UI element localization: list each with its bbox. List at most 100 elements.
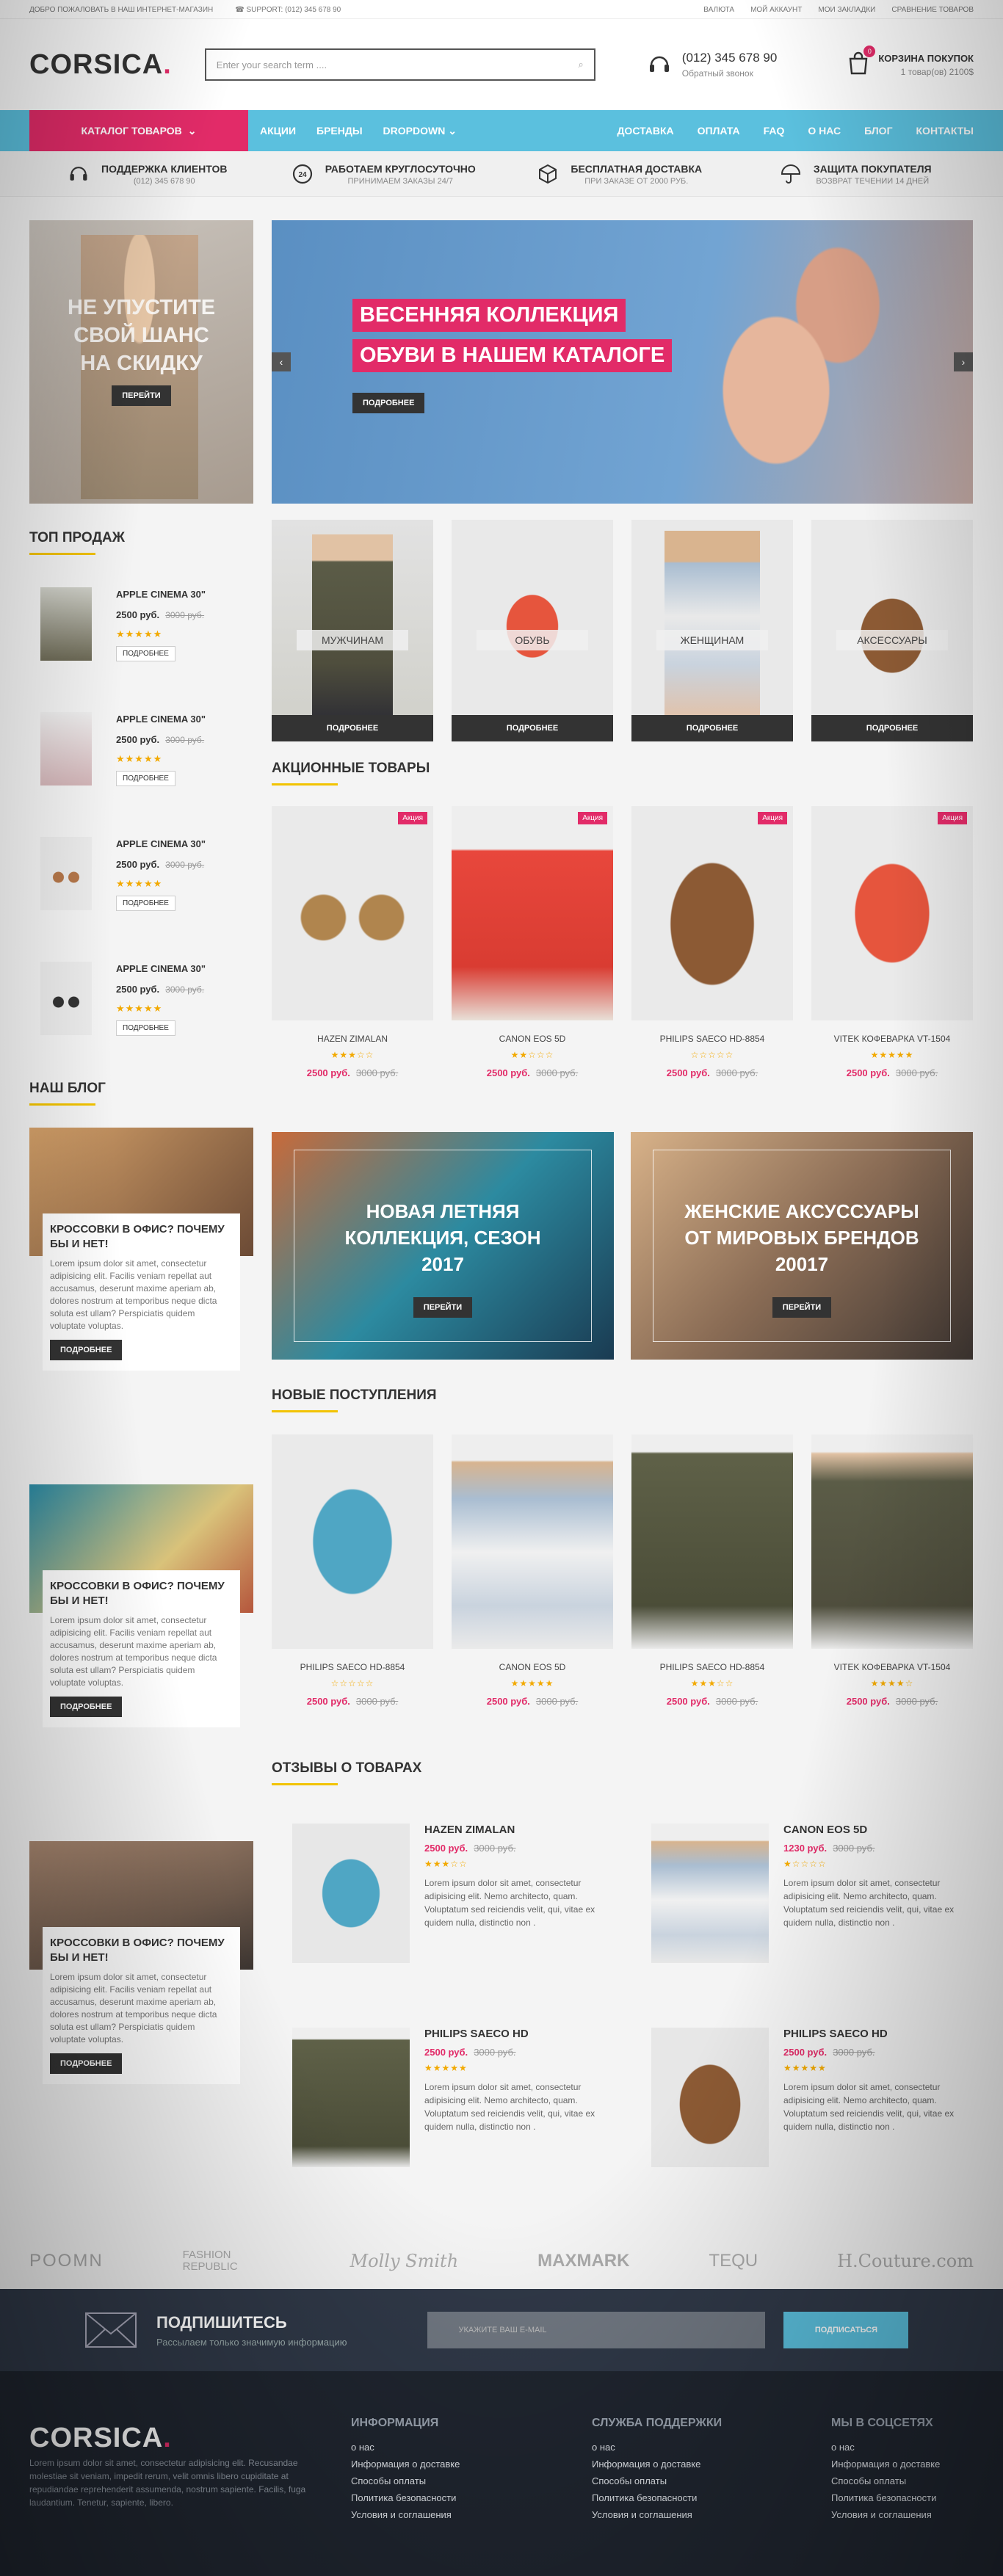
- catalog-menu-button[interactable]: КАТАЛОГ ТОВАРОВ ⌄: [29, 110, 248, 151]
- footer-logo[interactable]: CORSICA.: [29, 2423, 172, 2454]
- review-product-name[interactable]: HAZEN ZIMALAN: [424, 1824, 515, 1836]
- side-banner-button[interactable]: ПЕРЕЙТИ: [112, 385, 171, 406]
- details-button[interactable]: ПОДРОБНЕЕ: [116, 896, 175, 911]
- blog-more-button[interactable]: ПОДРОБНЕЕ: [50, 1340, 123, 1360]
- footer-link[interactable]: Условия и соглашения: [351, 2509, 460, 2520]
- currency-link[interactable]: ВАЛЮТА: [703, 6, 734, 14]
- category-more-button[interactable]: ПОДРОБНЕЕ: [272, 715, 433, 741]
- details-button[interactable]: ПОДРОБНЕЕ: [116, 771, 175, 786]
- details-button[interactable]: ПОДРОБНЕЕ: [116, 1020, 175, 1036]
- product-card[interactable]: PHILIPS SAECO HD-8854 ★★★☆☆ 2500 руб. 300…: [631, 1434, 793, 1707]
- product-card[interactable]: VITEK КОФЕВАРКА VT-1504 ★★★★☆ 2500 руб. 3…: [811, 1434, 973, 1707]
- footer-link[interactable]: Политика безопасности: [831, 2492, 940, 2503]
- product-image[interactable]: [40, 837, 92, 910]
- promo-button[interactable]: ПЕРЕЙТИ: [772, 1297, 832, 1318]
- blog-post-title[interactable]: КРОССОВКИ В ОФИС? ПОЧЕМУ БЫ И НЕТ!: [50, 1222, 233, 1252]
- blog-more-button[interactable]: ПОДРОБНЕЕ: [50, 1697, 123, 1717]
- footer-link[interactable]: Способы оплаты: [831, 2475, 940, 2486]
- product-name[interactable]: PHILIPS SAECO HD-8854: [272, 1662, 433, 1672]
- product-name[interactable]: PHILIPS SAECO HD-8854: [631, 1662, 793, 1672]
- footer-link[interactable]: Условия и соглашения: [831, 2509, 940, 2520]
- nav-item-faq[interactable]: FAQ: [764, 125, 785, 137]
- nav-item-blog[interactable]: БЛОГ: [864, 125, 892, 137]
- email-input[interactable]: УКАЖИТЕ ВАШ E-MAIL: [427, 2312, 766, 2348]
- nav-item-delivery[interactable]: ДОСТАВКА: [617, 125, 673, 137]
- product-card[interactable]: CANON EOS 5D ★★★★★ 2500 руб. 3000 руб.: [452, 1434, 613, 1707]
- promo-banner-accessories[interactable]: ЖЕНСКИЕ АКСУССУАРЫ ОТ МИРОВЫХ БРЕНДОВ 20…: [631, 1132, 973, 1360]
- category-more-button[interactable]: ПОДРОБНЕЕ: [811, 715, 973, 741]
- product-card[interactable]: PHILIPS SAECO HD-8854 ☆☆☆☆☆ 2500 руб. 300…: [272, 1434, 433, 1707]
- callback-link[interactable]: Обратный звонок: [682, 68, 778, 79]
- slider-prev-arrow[interactable]: ‹: [272, 352, 291, 371]
- details-button[interactable]: ПОДРОБНЕЕ: [116, 646, 175, 661]
- brand-logo[interactable]: FASHION REPUBLIC: [183, 2249, 271, 2273]
- nav-item-brands[interactable]: БРЕНДЫ: [316, 125, 363, 137]
- subscribe-button[interactable]: ПОДПИСАТЬСЯ: [783, 2312, 909, 2348]
- product-card[interactable]: Акция HAZEN ZIMALAN ★★★☆☆ 2500 руб. 3000 …: [272, 806, 433, 1078]
- product-name[interactable]: VITEK КОФЕВАРКА VT-1504: [811, 1662, 973, 1672]
- brand-logo[interactable]: H.Couture.com: [837, 2251, 974, 2271]
- logo[interactable]: CORSICA.: [29, 49, 172, 81]
- product-card[interactable]: Акция VITEK КОФЕВАРКА VT-1504 ★★★★★ 2500…: [811, 806, 973, 1078]
- review-product-name[interactable]: CANON EOS 5D: [783, 1824, 867, 1836]
- slider-next-arrow[interactable]: ›: [954, 352, 973, 371]
- product-name[interactable]: HAZEN ZIMALAN: [272, 1034, 433, 1044]
- search-input[interactable]: Enter your search term .... ⌕: [204, 48, 595, 81]
- footer-link[interactable]: о нас: [831, 2442, 940, 2453]
- slider-more-button[interactable]: ПОДРОБНЕЕ: [352, 393, 425, 413]
- product-image[interactable]: Акция: [631, 806, 793, 1020]
- product-card[interactable]: Акция CANON EOS 5D ★★☆☆☆ 2500 руб. 3000 р…: [452, 806, 613, 1078]
- product-name[interactable]: CANON EOS 5D: [452, 1662, 613, 1672]
- footer-link[interactable]: Условия и соглашения: [592, 2509, 722, 2520]
- promo-banner-summer[interactable]: НОВАЯ ЛЕТНЯЯ КОЛЛЕКЦИЯ, СЕЗОН 2017 ПЕРЕЙ…: [272, 1132, 614, 1360]
- promo-button[interactable]: ПЕРЕЙТИ: [413, 1297, 473, 1318]
- product-image[interactable]: [811, 1434, 973, 1649]
- footer-link[interactable]: Политика безопасности: [351, 2492, 460, 2503]
- category-women[interactable]: ЖЕНЩИНАМ ПОДРОБНЕЕ: [631, 520, 793, 741]
- footer-link[interactable]: Информация о доставке: [831, 2459, 940, 2470]
- footer-link[interactable]: Способы оплаты: [351, 2475, 460, 2486]
- footer-link[interactable]: Политика безопасности: [592, 2492, 722, 2503]
- product-name[interactable]: VITEK КОФЕВАРКА VT-1504: [811, 1034, 973, 1044]
- blog-more-button[interactable]: ПОДРОБНЕЕ: [50, 2053, 123, 2074]
- product-image[interactable]: [452, 1434, 613, 1649]
- product-image[interactable]: [651, 1824, 769, 1963]
- product-image[interactable]: Акция: [452, 806, 613, 1020]
- product-image[interactable]: [40, 962, 92, 1035]
- footer-link[interactable]: Способы оплаты: [592, 2475, 722, 2486]
- category-shoes[interactable]: ОБУВЬ ПОДРОБНЕЕ: [452, 520, 613, 741]
- nav-item-about[interactable]: О НАС: [808, 125, 841, 137]
- product-card[interactable]: Акция PHILIPS SAECO HD-8854 ☆☆☆☆☆ 2500 р…: [631, 806, 793, 1078]
- phone-number[interactable]: (012) 345 678 90: [682, 51, 778, 65]
- search-icon[interactable]: ⌕: [579, 59, 584, 70]
- category-accessories[interactable]: АКСЕССУАРЫ ПОДРОБНЕЕ: [811, 520, 973, 741]
- account-link[interactable]: МОЙ АККАУНТ: [750, 6, 802, 14]
- nav-item-sales[interactable]: АКЦИИ: [260, 125, 296, 137]
- compare-link[interactable]: СРАВНЕНИЕ ТОВАРОВ: [891, 6, 974, 14]
- brand-logo[interactable]: Molly Smith: [350, 2251, 459, 2271]
- nav-item-dropdown[interactable]: DROPDOWN ⌄: [383, 125, 457, 137]
- category-more-button[interactable]: ПОДРОБНЕЕ: [631, 715, 793, 741]
- category-more-button[interactable]: ПОДРОБНЕЕ: [452, 715, 613, 741]
- side-promo-banner[interactable]: НЕ УПУСТИТЕ СВОЙ ШАНС НА СКИДКУ ПЕРЕЙТИ: [29, 220, 253, 504]
- brand-logo[interactable]: MAXMARK: [537, 2251, 629, 2271]
- product-image[interactable]: [631, 1434, 793, 1649]
- product-image[interactable]: Акция: [272, 806, 433, 1020]
- product-image[interactable]: [272, 1434, 433, 1649]
- cart[interactable]: 0 КОРЗИНА ПОКУПОК 1 товар(ов) 2100$: [847, 45, 974, 79]
- brand-logo[interactable]: POOMN: [29, 2251, 104, 2271]
- nav-item-payment[interactable]: ОПЛАТА: [698, 125, 740, 137]
- footer-link[interactable]: Информация о доставке: [351, 2459, 460, 2470]
- nav-item-contacts[interactable]: КОНТАКТЫ: [916, 125, 974, 137]
- product-image[interactable]: [40, 587, 92, 661]
- footer-link[interactable]: о нас: [351, 2442, 460, 2453]
- wishlist-link[interactable]: МОИ ЗАКЛАДКИ: [818, 6, 875, 14]
- brand-logo[interactable]: TEQU: [709, 2251, 758, 2271]
- review-product-name[interactable]: PHILIPS SAECO HD: [783, 2028, 888, 2040]
- product-name[interactable]: PHILIPS SAECO HD-8854: [631, 1034, 793, 1044]
- product-image[interactable]: [651, 2028, 769, 2167]
- product-image[interactable]: [40, 712, 92, 786]
- cart-icon[interactable]: 0: [847, 45, 876, 79]
- footer-link[interactable]: о нас: [592, 2442, 722, 2453]
- product-image[interactable]: [292, 1824, 410, 1963]
